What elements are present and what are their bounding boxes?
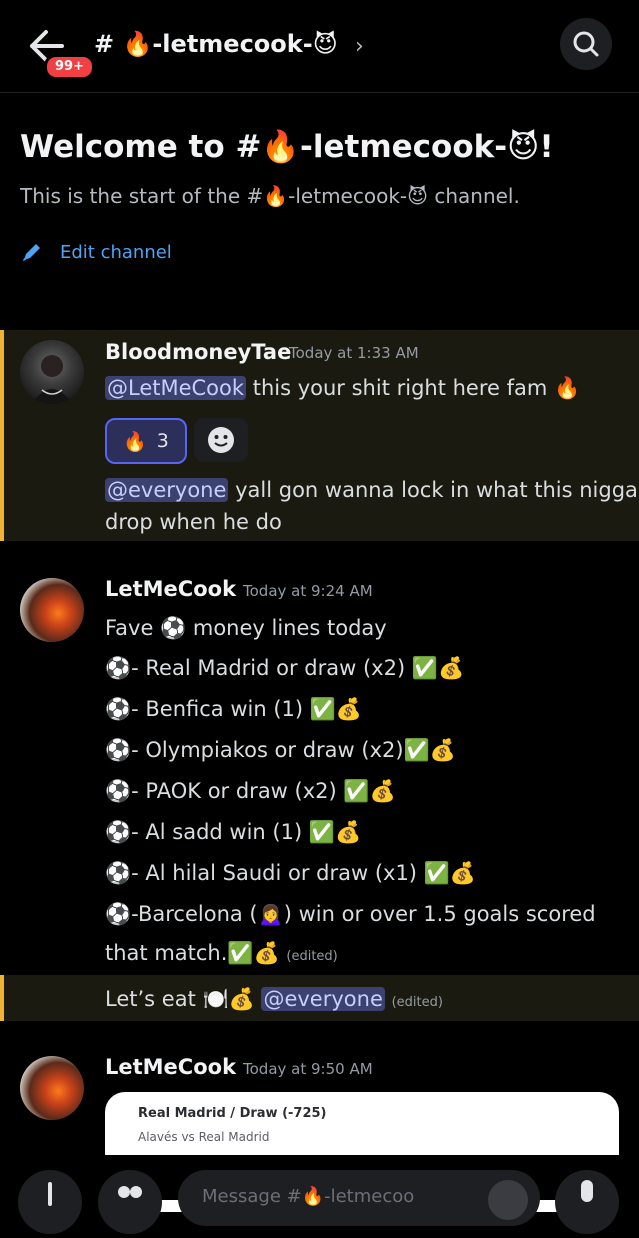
message-line: ⚽- Al hilal Saudi or draw (x1) ✅💰 <box>105 861 476 885</box>
channel-title[interactable]: # 🔥-letmecook-😈 <box>94 30 338 58</box>
message-line: ⚽- Benfica win (1) ✅💰 <box>105 697 363 721</box>
message-text: Let’s eat 🍽️💰 @everyone (edited) <box>105 987 443 1011</box>
search-button[interactable] <box>560 18 612 70</box>
chevron-right-icon[interactable]: › <box>355 34 364 59</box>
author-name[interactable]: LetMeCook <box>105 577 236 601</box>
timestamp: Today at 9:50 AM <box>243 1060 373 1078</box>
pencil-icon <box>23 244 40 261</box>
microphone-icon <box>581 1180 593 1202</box>
everyone-mention[interactable]: @everyone <box>105 478 229 502</box>
edit-channel-label: Edit channel <box>60 241 172 263</box>
message-line: ⚽-Barcelona (🙍‍♀️) win or over 1.5 goals… <box>105 902 596 926</box>
plus-icon <box>48 1182 52 1206</box>
apps-icon <box>118 1186 142 1198</box>
message-line: ⚽- Real Madrid or draw (x2) ✅💰 <box>105 656 465 680</box>
edited-label: (edited) <box>391 995 443 1010</box>
avatar[interactable] <box>20 578 84 642</box>
welcome-title: Welcome to #🔥-letmecook-😈! <box>20 129 554 165</box>
message-text: @LetMeCook this your shit right here fam… <box>105 376 581 400</box>
welcome-subtitle: This is the start of the #🔥-letmecook-😈 … <box>20 184 520 208</box>
message-placeholder: Message #🔥-letmecoo <box>202 1186 415 1207</box>
unread-badge: 99+ <box>44 54 95 80</box>
add-reaction-button[interactable] <box>194 418 248 462</box>
avatar[interactable] <box>20 340 84 404</box>
message-line: Fave ⚽ money lines today <box>105 616 387 640</box>
message-line: ⚽- Al sadd win (1) ✅💰 <box>105 820 362 844</box>
smiley-icon <box>208 427 234 453</box>
reaction-count: 3 <box>156 430 169 452</box>
message-text: @everyone yall gon wanna lock in what th… <box>105 478 638 502</box>
author-name[interactable]: LetMeCook <box>105 1055 236 1079</box>
everyone-mention[interactable]: @everyone <box>261 987 385 1011</box>
voice-button[interactable] <box>555 1170 619 1234</box>
emoji-button[interactable] <box>488 1180 528 1220</box>
message-line: ⚽- Olympiakos or draw (x2)✅💰 <box>105 738 456 762</box>
author-name[interactable]: BloodmoneyTae <box>105 340 291 364</box>
edit-channel-link[interactable]: Edit channel <box>20 240 172 264</box>
message-line: that match.✅💰 (edited) <box>105 941 338 965</box>
message-line: ⚽- PAOK or draw (x2) ✅💰 <box>105 779 396 803</box>
edited-label: (edited) <box>286 949 338 964</box>
add-attachment-button[interactable] <box>18 1170 82 1234</box>
avatar[interactable] <box>20 1056 84 1120</box>
timestamp: Today at 9:24 AM <box>243 582 373 600</box>
embed-title: Real Madrid / Draw (-725) <box>138 1106 327 1121</box>
apps-button[interactable] <box>98 1170 162 1234</box>
timestamp: Today at 1:33 AM <box>289 344 419 362</box>
user-mention[interactable]: @LetMeCook <box>105 376 247 400</box>
search-icon <box>573 31 599 57</box>
reaction-fire[interactable]: 🔥 3 <box>105 418 187 464</box>
embed-subtitle: Alavés vs Real Madrid <box>138 1130 270 1144</box>
message-text: drop when he do <box>105 510 282 534</box>
